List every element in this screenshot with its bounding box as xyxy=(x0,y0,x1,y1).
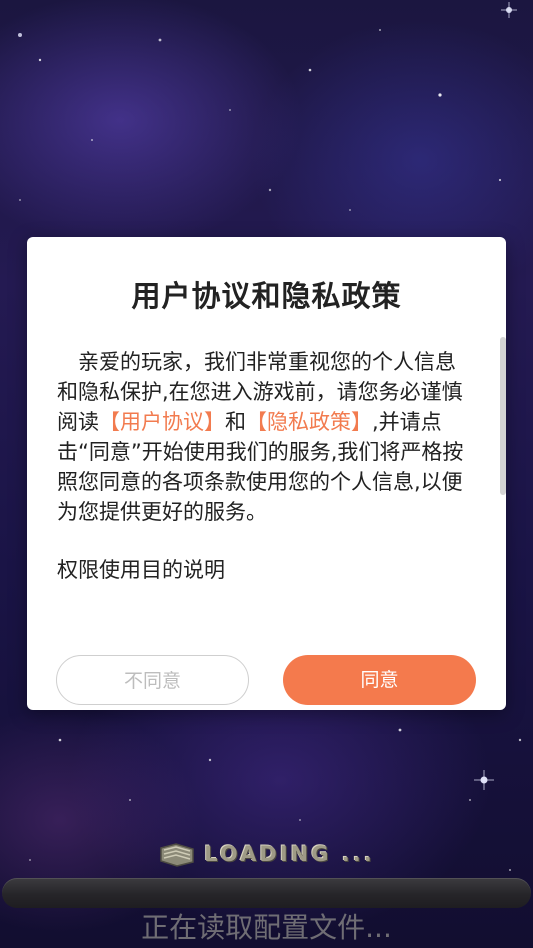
dialog-title: 用户协议和隐私政策 xyxy=(131,279,402,313)
loading-status-text: 正在读取配置文件... xyxy=(141,911,392,944)
agree-button[interactable]: 同意 xyxy=(283,655,476,705)
and-text: 和 xyxy=(225,410,246,434)
disagree-button[interactable]: 不同意 xyxy=(56,655,249,705)
game-loading-screen: 用户协议和隐私政策 亲爱的玩家，我们非常重视您的个人信息和隐私保护,在您进入游戏… xyxy=(0,0,533,948)
loading-book-icon xyxy=(160,843,194,867)
dialog-scrollbar[interactable] xyxy=(500,337,506,495)
user-agreement-link[interactable]: 【用户协议】 xyxy=(99,410,225,434)
permissions-heading: 权限使用目的说明 xyxy=(57,558,225,582)
agreement-paragraph: 亲爱的玩家，我们非常重视您的个人信息和隐私保护,在您进入游戏前，请您务必谨慎阅读… xyxy=(57,347,471,527)
loading-progress-bar xyxy=(2,878,531,908)
loading-indicator: LOADING ... xyxy=(0,838,533,870)
dialog-body[interactable]: 亲爱的玩家，我们非常重视您的个人信息和隐私保护,在您进入游戏前，请您务必谨慎阅读… xyxy=(57,347,471,645)
agreement-dialog: 用户协议和隐私政策 亲爱的玩家，我们非常重视您的个人信息和隐私保护,在您进入游戏… xyxy=(27,237,506,710)
privacy-policy-link[interactable]: 【隐私政策】 xyxy=(246,410,372,434)
loading-label: LOADING ... xyxy=(204,842,375,866)
